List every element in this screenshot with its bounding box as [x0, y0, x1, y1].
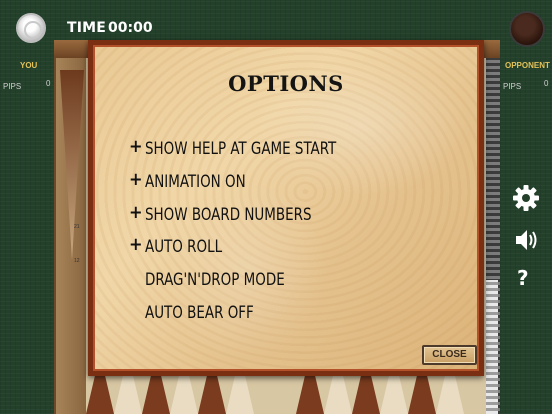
player-pips-value: 0	[46, 79, 51, 88]
option-enabled-mark: +	[129, 169, 143, 190]
opponent-name: OPPONENT	[505, 61, 550, 70]
opponent-checker-icon	[509, 11, 545, 47]
option-label: SHOW HELP AT GAME START	[145, 139, 337, 159]
option-auto-bear-off[interactable]: AUTO BEAR OFF	[129, 303, 429, 325]
option-board-numbers[interactable]: + SHOW BOARD NUMBERS	[129, 202, 429, 227]
opponent-pips-value: 0	[544, 79, 549, 88]
option-auto-roll[interactable]: + AUTO ROLL	[129, 234, 429, 259]
board-point-number: 12	[74, 258, 80, 264]
help-icon[interactable]: ?	[517, 266, 529, 290]
gear-icon[interactable]	[511, 183, 541, 213]
close-button[interactable]: CLOSE	[422, 345, 477, 365]
time-label: TIME	[67, 20, 107, 36]
option-animation[interactable]: + ANIMATION ON	[129, 169, 429, 194]
player-name: YOU	[20, 61, 38, 70]
board-point-number: 21	[74, 224, 80, 230]
player-pips-label: PIPS	[3, 82, 22, 91]
opponent-pips-label: PIPS	[503, 82, 522, 91]
borne-off-checkers	[486, 280, 498, 414]
option-enabled-mark: +	[129, 136, 143, 157]
dialog-title: OPTIONS	[228, 71, 344, 96]
option-show-help[interactable]: + SHOW HELP AT GAME START	[129, 136, 429, 161]
option-enabled-mark: +	[129, 202, 143, 223]
option-label: AUTO BEAR OFF	[145, 303, 254, 323]
option-enabled-mark: +	[129, 234, 143, 255]
time-value: 00:00	[108, 20, 153, 36]
option-label: SHOW BOARD NUMBERS	[145, 205, 312, 225]
speaker-icon[interactable]	[513, 226, 541, 254]
player-checker-icon	[16, 13, 46, 43]
option-drag-n-drop[interactable]: DRAG'N'DROP MODE	[129, 270, 429, 292]
option-label: ANIMATION ON	[145, 172, 246, 192]
options-dialog: OPTIONS + SHOW HELP AT GAME START + ANIM…	[88, 40, 484, 376]
option-label: DRAG'N'DROP MODE	[145, 270, 285, 290]
option-label: AUTO ROLL	[145, 237, 223, 257]
